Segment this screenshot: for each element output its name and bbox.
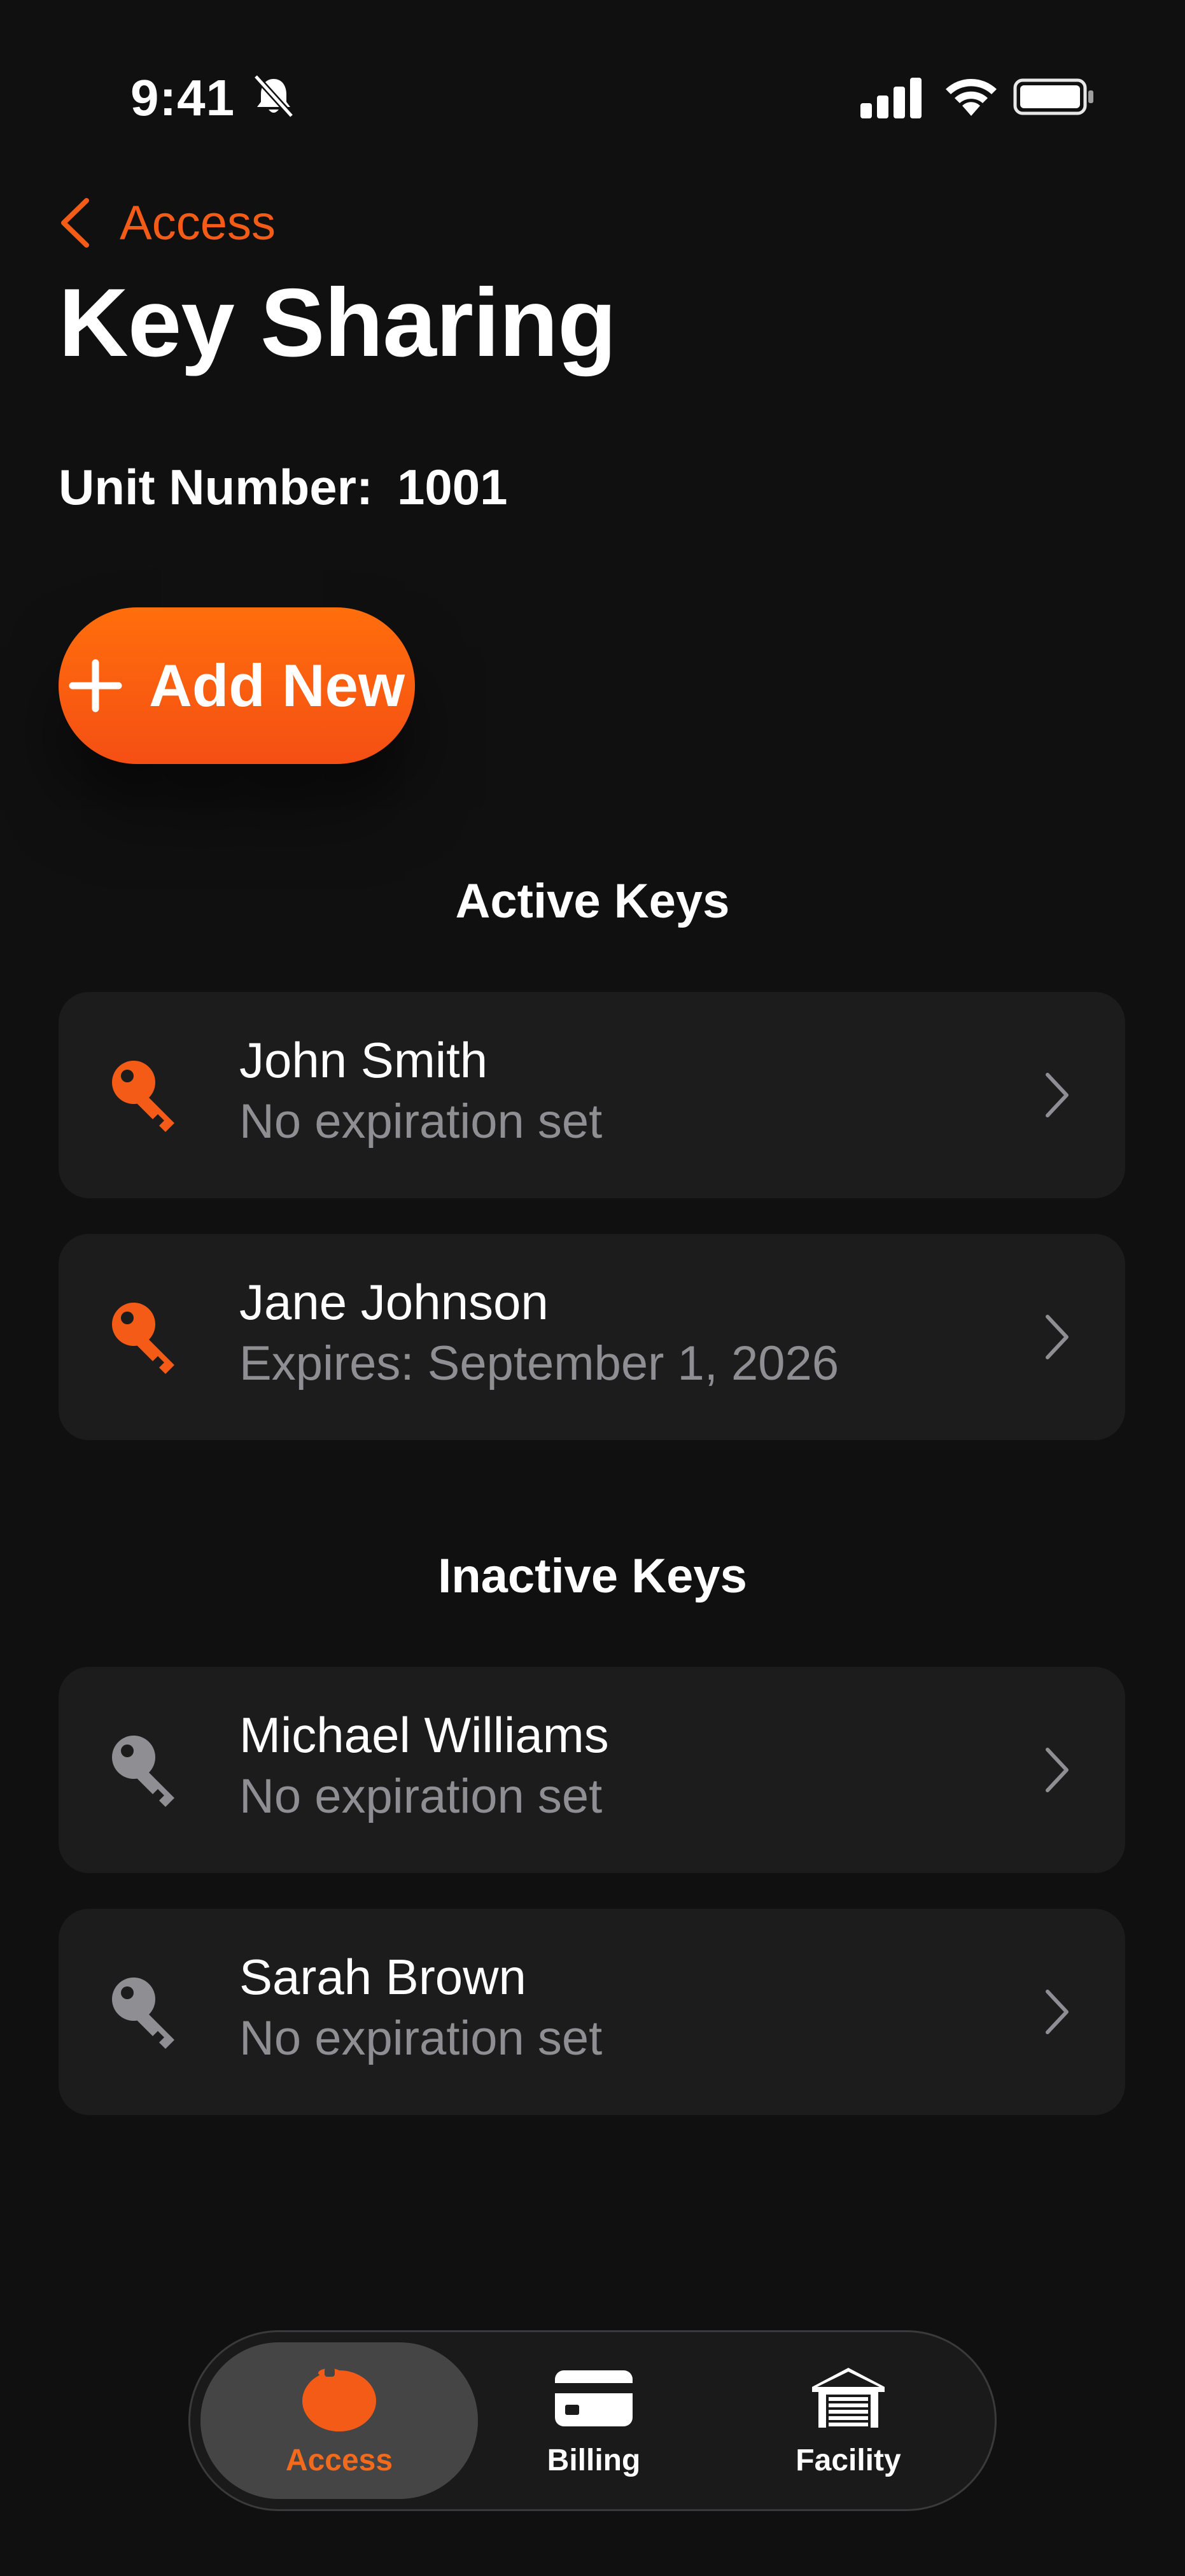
unit-number-label: Unit Number: bbox=[59, 459, 373, 515]
storage-facility-icon bbox=[812, 2367, 885, 2428]
tab-bar: Access Billing Facility bbox=[188, 2330, 997, 2511]
key-icon-inactive bbox=[112, 1978, 174, 2049]
active-keys-header: Active Keys bbox=[455, 874, 730, 928]
wifi-icon bbox=[946, 79, 997, 116]
key-holder-name: John Smith bbox=[239, 1032, 488, 1088]
key-row-michael-williams[interactable]: Michael Williams No expiration set bbox=[59, 1667, 1125, 1873]
tab-facility[interactable]: Facility bbox=[710, 2342, 987, 2499]
chevron-right-icon bbox=[1046, 1990, 1069, 2034]
tab-label: Billing bbox=[547, 2443, 641, 2477]
add-new-button[interactable]: Add New bbox=[59, 607, 415, 764]
chevron-right-icon bbox=[1046, 1315, 1069, 1359]
key-expiration: No expiration set bbox=[239, 1769, 603, 1823]
key-row-sarah-brown[interactable]: Sarah Brown No expiration set bbox=[59, 1909, 1125, 2115]
chevron-right-icon bbox=[1046, 1073, 1069, 1117]
tab-access[interactable]: Access bbox=[200, 2342, 478, 2499]
status-time: 9:41 bbox=[130, 69, 235, 126]
key-holder-name: Sarah Brown bbox=[239, 1949, 526, 2005]
key-holder-name: Jane Johnson bbox=[239, 1274, 549, 1330]
key-icon-active bbox=[112, 1061, 174, 1132]
chevron-left-icon bbox=[61, 198, 89, 248]
unit-number-value: 1001 bbox=[396, 459, 508, 515]
access-fob-icon bbox=[302, 2367, 376, 2431]
key-icon-inactive bbox=[112, 1736, 174, 1807]
back-label: Access bbox=[120, 195, 276, 250]
unit-number: Unit Number: 1001 bbox=[59, 458, 508, 516]
plus-icon bbox=[69, 659, 122, 712]
key-sharing-screen: 9:41 Access Key Sharing Unit Number: 1001 bbox=[0, 0, 1185, 2576]
key-expiration: Expires: September 1, 2026 bbox=[239, 1336, 839, 1391]
cellular-signal-icon bbox=[860, 78, 922, 118]
key-expiration: No expiration set bbox=[239, 2011, 603, 2065]
key-row-john-smith[interactable]: John Smith No expiration set bbox=[59, 992, 1125, 1198]
key-row-jane-johnson[interactable]: Jane Johnson Expires: September 1, 2026 bbox=[59, 1234, 1125, 1440]
tab-label: Facility bbox=[796, 2443, 901, 2477]
bell-muted-icon bbox=[253, 74, 294, 118]
key-holder-name: Michael Williams bbox=[239, 1707, 609, 1763]
page-title: Key Sharing bbox=[59, 269, 617, 377]
add-new-label: Add New bbox=[148, 652, 405, 719]
inactive-keys-header: Inactive Keys bbox=[438, 1549, 747, 1603]
tab-billing[interactable]: Billing bbox=[455, 2342, 733, 2499]
chevron-right-icon bbox=[1046, 1748, 1069, 1792]
back-button[interactable]: Access bbox=[59, 191, 276, 255]
credit-card-icon bbox=[555, 2370, 633, 2426]
tab-label: Access bbox=[285, 2443, 393, 2477]
key-icon-active bbox=[112, 1303, 174, 1374]
battery-icon bbox=[1013, 78, 1093, 115]
key-expiration: No expiration set bbox=[239, 1094, 603, 1149]
